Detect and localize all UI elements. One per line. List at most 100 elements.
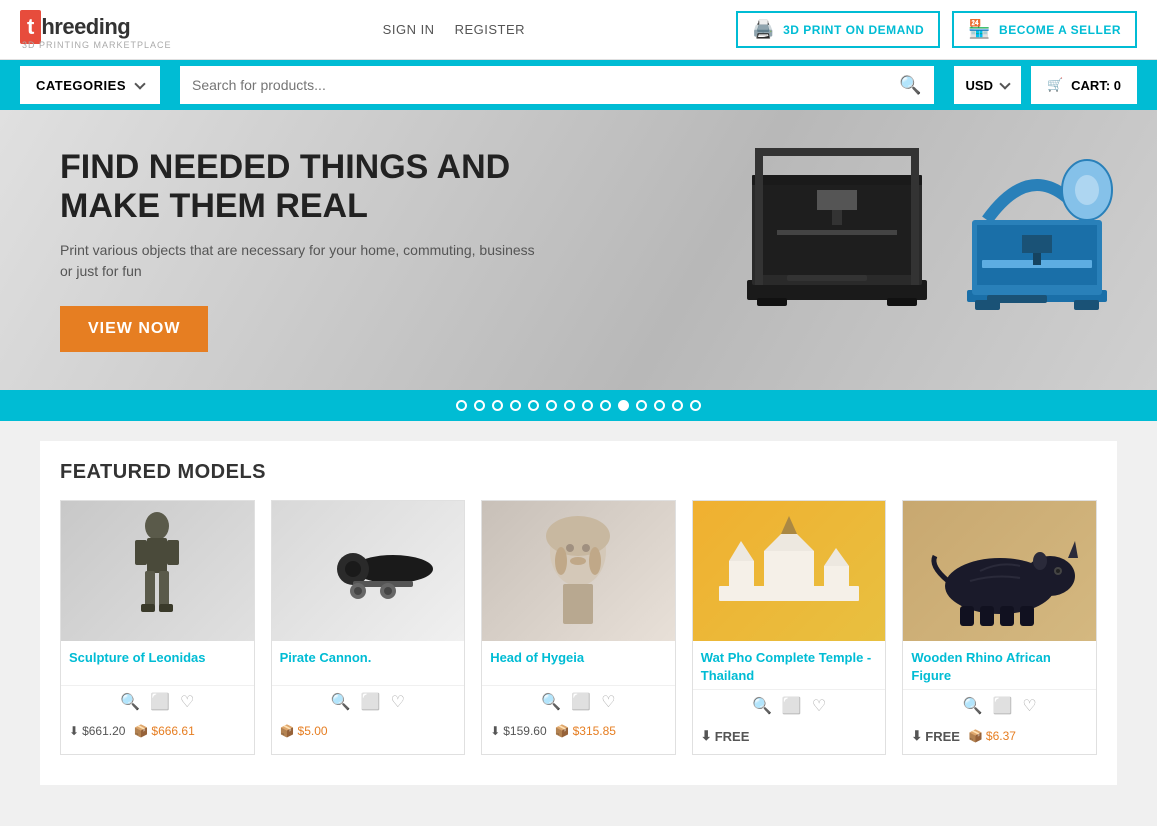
product-name-cannon: Pirate Cannon.	[272, 641, 465, 685]
dot-4[interactable]	[510, 400, 521, 411]
product-image-hygeia	[482, 501, 675, 641]
product-prices-rhino: ⬇ FREE 📦 $6.37	[903, 722, 1096, 754]
logo-tagline: 3D PRINTING MARKETPLACE	[22, 40, 172, 50]
download-price-temple: ⬇ FREE	[701, 728, 750, 744]
product-card-hygeia[interactable]: Head of Hygeia 🔍 ⬜ ♡ ⬇ $159.60 📦 $	[481, 500, 676, 755]
view3d-icon-2[interactable]: ⬜	[361, 692, 381, 712]
currency-chevron-icon	[999, 78, 1010, 89]
product-actions-cannon: 🔍 ⬜ ♡	[272, 685, 465, 718]
dot-8[interactable]	[582, 400, 593, 411]
cart-button[interactable]: 🛒 CART: 0	[1031, 66, 1137, 104]
seller-icon: 🏪	[968, 19, 991, 40]
view3d-icon-3[interactable]: ⬜	[571, 692, 591, 712]
navbar: CATEGORIES 🔍 USD 🛒 CART: 0	[0, 60, 1157, 110]
product-image-rhino	[903, 501, 1096, 641]
signin-link[interactable]: SIGN IN	[383, 22, 435, 37]
download-icon-4: ⬇	[701, 728, 712, 744]
dot-5[interactable]	[528, 400, 539, 411]
product-prices-leonidas: ⬇ $661.20 📦 $666.61	[61, 718, 254, 748]
hero-banner: FIND NEEDED THINGS AND MAKE THEM REAL Pr…	[0, 110, 1157, 390]
product-image-cannon	[272, 501, 465, 641]
cart-label: CART: 0	[1071, 78, 1121, 93]
wishlist-icon-5[interactable]: ♡	[1022, 696, 1036, 716]
download-price-hygeia: ⬇ $159.60	[490, 724, 546, 738]
zoom-icon-5[interactable]: 🔍	[963, 696, 983, 716]
become-seller-button[interactable]: 🏪 BECOME A SELLER	[952, 11, 1137, 48]
register-link[interactable]: REGISTER	[455, 22, 525, 37]
product-prices-temple: ⬇ FREE	[693, 722, 886, 754]
wishlist-icon[interactable]: ♡	[180, 692, 194, 712]
zoom-icon-3[interactable]: 🔍	[541, 692, 561, 712]
dot-10[interactable]	[618, 400, 629, 411]
download-price-rhino: ⬇ FREE	[911, 728, 960, 744]
wishlist-icon-2[interactable]: ♡	[391, 692, 405, 712]
product-card-cannon[interactable]: Pirate Cannon. 🔍 ⬜ ♡ 📦 $5.00	[271, 500, 466, 755]
zoom-icon-4[interactable]: 🔍	[752, 696, 772, 716]
product-name-hygeia: Head of Hygeia	[482, 641, 675, 685]
download-icon-3: ⬇	[490, 724, 500, 738]
dot-13[interactable]	[672, 400, 683, 411]
hero-title: FIND NEEDED THINGS AND MAKE THEM REAL	[60, 148, 540, 226]
header-nav: SIGN IN REGISTER	[383, 22, 525, 37]
dot-2[interactable]	[474, 400, 485, 411]
featured-wrapper: FEATURED MODELS	[0, 421, 1157, 815]
print-on-demand-button[interactable]: 🖨️ 3D PRINT ON DEMAND	[736, 11, 940, 48]
download-icon: ⬇	[69, 724, 79, 738]
product-actions-hygeia: 🔍 ⬜ ♡	[482, 685, 675, 718]
zoom-icon-2[interactable]: 🔍	[331, 692, 351, 712]
products-grid: Sculpture of Leonidas 🔍 ⬜ ♡ ⬇ $661.20 📦	[60, 500, 1097, 755]
product-actions-leonidas: 🔍 ⬜ ♡	[61, 685, 254, 718]
slider-dots	[0, 390, 1157, 421]
view3d-icon-5[interactable]: ⬜	[993, 696, 1013, 716]
product-card-leonidas[interactable]: Sculpture of Leonidas 🔍 ⬜ ♡ ⬇ $661.20 📦	[60, 500, 255, 755]
wishlist-icon-4[interactable]: ♡	[812, 696, 826, 716]
zoom-icon[interactable]: 🔍	[120, 692, 140, 712]
hero-content: FIND NEEDED THINGS AND MAKE THEM REAL Pr…	[60, 148, 540, 352]
product-card-temple[interactable]: Wat Pho Complete Temple - Thailand 🔍 ⬜ ♡…	[692, 500, 887, 755]
print-price-leonidas: 📦 $666.61	[133, 724, 194, 738]
printer-icon: 🖨️	[752, 19, 775, 40]
dot-14[interactable]	[690, 400, 701, 411]
box-icon: 📦	[133, 724, 148, 738]
product-card-rhino[interactable]: Wooden Rhino African Figure 🔍 ⬜ ♡ ⬇ FREE…	[902, 500, 1097, 755]
print-price-rhino: 📦 $6.37	[968, 729, 1016, 743]
print-price-hygeia: 📦 $315.85	[555, 724, 616, 738]
dot-12[interactable]	[654, 400, 665, 411]
box-icon-2: 📦	[280, 724, 295, 738]
leonidas-figure	[107, 506, 207, 636]
download-price-leonidas: ⬇ $661.20	[69, 724, 125, 738]
featured-title: FEATURED MODELS	[60, 461, 1097, 484]
dot-1[interactable]	[456, 400, 467, 411]
featured-section: FEATURED MODELS	[40, 441, 1117, 785]
rhino-figure	[920, 516, 1080, 626]
product-image-temple	[693, 501, 886, 641]
search-bar: 🔍	[180, 66, 934, 104]
product-prices-hygeia: ⬇ $159.60 📦 $315.85	[482, 718, 675, 748]
product-name-temple: Wat Pho Complete Temple - Thailand	[693, 641, 886, 689]
box-icon-5: 📦	[968, 729, 983, 743]
wishlist-icon-3[interactable]: ♡	[601, 692, 615, 712]
hero-subtitle: Print various objects that are necessary…	[60, 240, 540, 282]
dot-7[interactable]	[564, 400, 575, 411]
search-button[interactable]: 🔍	[899, 75, 921, 96]
product-name-leonidas: Sculpture of Leonidas	[61, 641, 254, 685]
search-input[interactable]	[192, 77, 899, 93]
view-now-button[interactable]: VIEW NOW	[60, 306, 208, 352]
blue-printer-image	[957, 140, 1117, 360]
product-actions-temple: 🔍 ⬜ ♡	[693, 689, 886, 722]
hero-images	[727, 120, 1117, 360]
dot-11[interactable]	[636, 400, 647, 411]
dot-9[interactable]	[600, 400, 611, 411]
logo-icon: t	[20, 10, 41, 44]
logo[interactable]: t hreeding 3D PRINTING MARKETPLACE	[20, 10, 172, 50]
categories-button[interactable]: CATEGORIES	[20, 66, 160, 104]
logo-text: hreeding	[41, 14, 130, 40]
view3d-icon[interactable]: ⬜	[150, 692, 170, 712]
chevron-down-icon	[134, 78, 145, 89]
view3d-icon-4[interactable]: ⬜	[782, 696, 802, 716]
currency-selector[interactable]: USD	[954, 66, 1021, 104]
categories-label: CATEGORIES	[36, 78, 126, 93]
box-icon-3: 📦	[555, 724, 570, 738]
dot-6[interactable]	[546, 400, 557, 411]
dot-3[interactable]	[492, 400, 503, 411]
